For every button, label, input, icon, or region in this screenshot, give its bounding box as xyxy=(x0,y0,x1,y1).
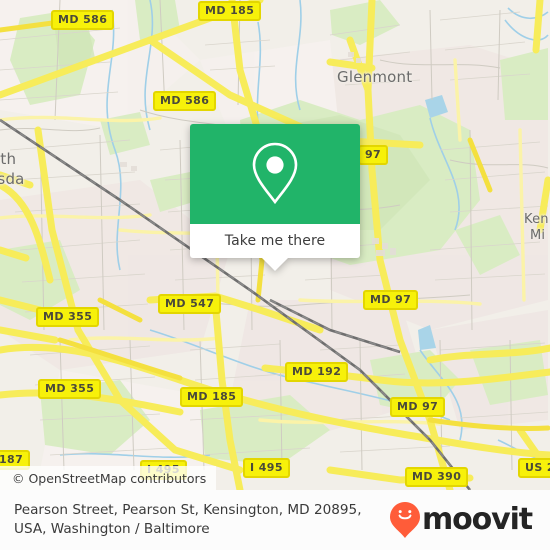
moovit-logo[interactable]: moovit xyxy=(389,501,536,539)
road-shield: MD 355 xyxy=(36,307,100,327)
road-shield: US 29 xyxy=(518,458,550,478)
place-label-north-bethesda-line2: esda xyxy=(0,170,25,188)
map-viewport[interactable]: .rd-major { stroke:#f7ec5a; stroke-width… xyxy=(0,0,550,490)
road-shield: MD 97 xyxy=(363,290,419,310)
road-shield: MD 185 xyxy=(198,1,262,21)
road-shield: MD 97 xyxy=(390,397,446,417)
road-shield: MD 390 xyxy=(405,467,469,487)
road-shield: MD 185 xyxy=(180,387,244,407)
location-popup-card[interactable]: Take me there xyxy=(190,124,360,271)
location-caption: Pearson Street, Pearson St, Kensington, … xyxy=(14,502,362,537)
road-shield: 97 xyxy=(358,145,389,165)
road-shield: I 495 xyxy=(243,458,290,478)
moovit-wordmark: moovit xyxy=(421,502,533,537)
road-shield: MD 355 xyxy=(38,379,102,399)
place-label-kemp-mill-line1: Ken xyxy=(524,212,549,227)
road-shield: MD 586 xyxy=(51,10,115,30)
place-label-kemp-mill-line2: Mi xyxy=(530,228,546,243)
popup-icon-panel xyxy=(190,124,360,224)
popup-action-panel[interactable]: Take me there xyxy=(190,224,360,271)
map-attribution: © OpenStreetMap contributors xyxy=(0,466,217,490)
road-shield: MD 192 xyxy=(285,362,349,382)
take-me-there-label: Take me there xyxy=(224,233,326,249)
attribution-text: © OpenStreetMap contributors xyxy=(12,470,207,486)
moovit-pin-icon xyxy=(389,502,420,538)
footer-bar: Pearson Street, Pearson St, Kensington, … xyxy=(0,490,550,550)
road-shield: MD 547 xyxy=(158,294,222,314)
place-label-north-bethesda-line1: rth xyxy=(0,150,17,168)
popup-tail xyxy=(262,258,288,271)
place-label-glenmont: Glenmont xyxy=(337,68,413,86)
road-shield: MD 586 xyxy=(153,91,217,111)
map-pin-icon xyxy=(252,142,298,205)
